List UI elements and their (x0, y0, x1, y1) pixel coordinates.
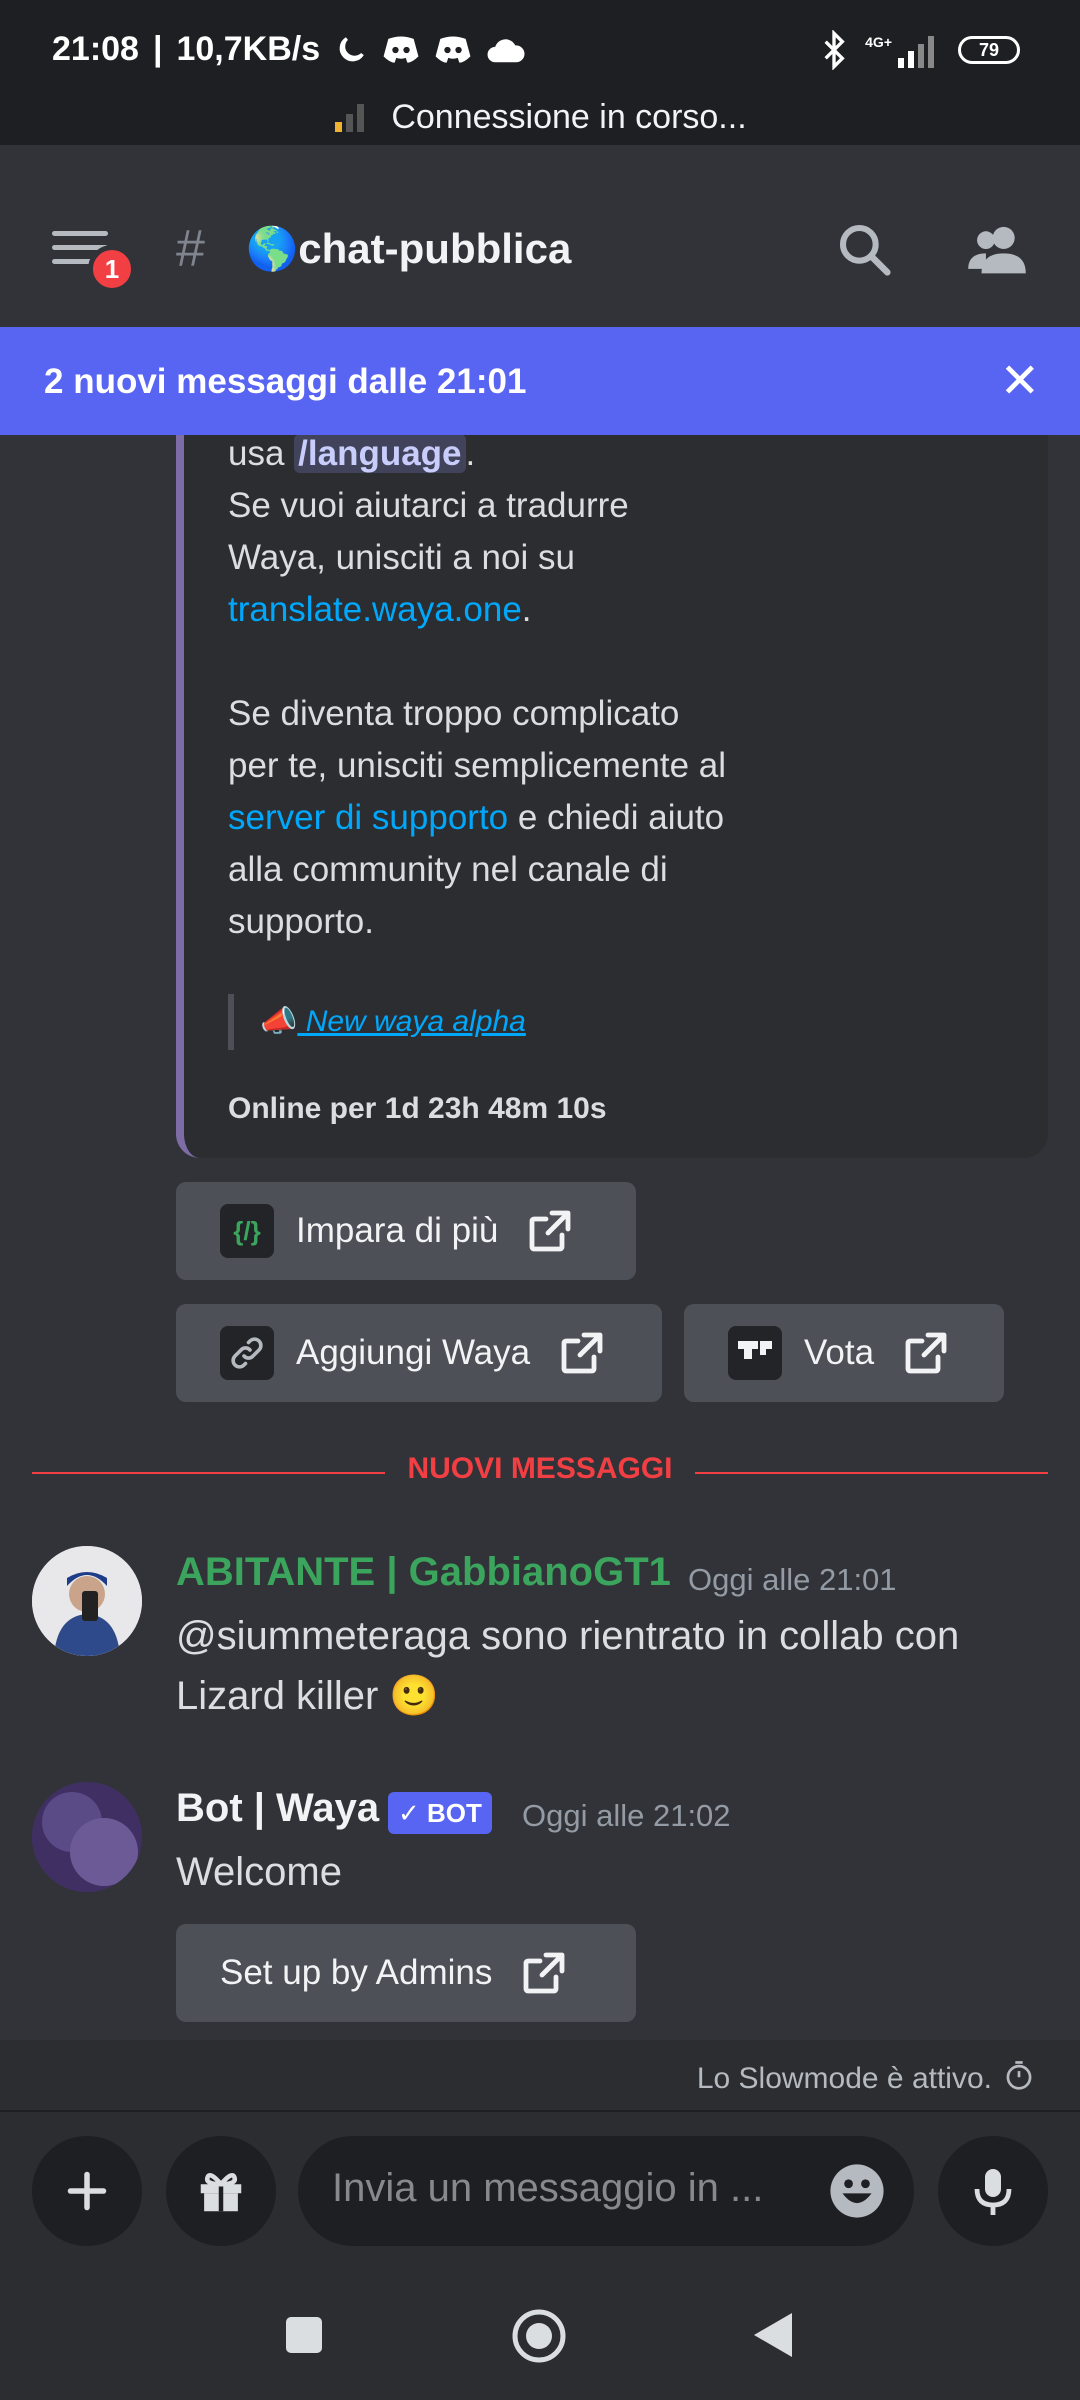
external-link-icon (529, 1210, 571, 1252)
support-server-link[interactable]: server di supporto (228, 798, 508, 837)
message-timestamp: Oggi alle 21:02 (522, 1798, 731, 1833)
system-nav-bar (0, 2275, 1080, 2400)
new-waya-alpha-link[interactable]: New waya alpha (306, 1005, 526, 1038)
message-author[interactable]: ABITANTE | GabbianoGT1 (176, 1550, 671, 1595)
embed-translate-text: Se vuoi aiutarci a tradurre Waya, unisci… (228, 486, 629, 629)
link-icon (220, 1326, 274, 1380)
gift-button[interactable] (166, 2136, 276, 2246)
hash-icon: # (176, 220, 205, 278)
notification-badge: 1 (88, 245, 136, 293)
new-messages-text[interactable]: 2 nuovi messaggi dalle 21:01 (44, 362, 526, 402)
message-input-placeholder: Invia un messaggio in ... (332, 2166, 764, 2210)
status-speed: 10,7KB/s (176, 30, 321, 68)
emoji-icon[interactable] (828, 2162, 886, 2220)
status-left: 21:08 | 10,7KB/s (52, 30, 526, 69)
close-icon[interactable]: ✕ (1000, 353, 1040, 409)
signal-weak-icon (335, 104, 365, 132)
avatar[interactable] (32, 1546, 142, 1656)
discord-icon (435, 36, 471, 63)
setup-by-admins-button[interactable]: Set up by Admins (176, 1924, 636, 2022)
external-link-icon (905, 1332, 947, 1374)
slowmode-bar: Lo Slowmode è attivo. (0, 2040, 1080, 2110)
recents-icon[interactable] (284, 2315, 324, 2355)
discord-icon (383, 36, 419, 63)
network-type: 4G+ (865, 34, 892, 50)
connection-status: Connessione in corso... (0, 98, 1080, 137)
microphone-icon (974, 2169, 1012, 2215)
embed-help-text: Se diventa troppo complicato per te, uni… (228, 694, 726, 941)
user-avatar-image (32, 1546, 142, 1656)
channel-header: 1 # 🌎chat-pubblica (0, 145, 1080, 327)
translate-link[interactable]: translate.waya.one (228, 590, 522, 629)
status-bar: 21:08 | 10,7KB/s 4G+ 79 Connessione in c… (0, 0, 1080, 145)
avatar[interactable] (32, 1782, 142, 1892)
slowmode-text: Lo Slowmode è attivo. (696, 2062, 992, 2095)
bot-badge: ✓ BOT (388, 1792, 492, 1834)
bot-avatar-image (32, 1782, 142, 1892)
message-text: Welcome (176, 1850, 342, 1894)
message-composer: Invia un messaggio in ... (0, 2110, 1080, 2275)
plus-icon (67, 2171, 107, 2211)
message-text: @siummeteraga sono rientrato in collab c… (176, 1614, 960, 1718)
external-link-icon (523, 1952, 565, 1994)
new-messages-bar[interactable]: 2 nuovi messaggi dalle 21:01 ✕ (0, 327, 1080, 435)
embed-quote: 📣 New waya alpha (228, 994, 526, 1050)
code-icon: {/} (220, 1204, 274, 1258)
language-command[interactable]: /language (294, 434, 466, 473)
gift-icon (200, 2173, 242, 2212)
bot-embed: usa /language. Se vuoi aiutarci a tradur… (176, 380, 1048, 1158)
embed-language-line: usa /language. (228, 434, 476, 473)
megaphone-icon: 📣 (260, 1005, 298, 1038)
embed-footer: Online per 1d 23h 48m 10s (228, 1092, 607, 1125)
signal-icon (898, 36, 934, 68)
bluetooth-icon (824, 30, 845, 70)
back-icon[interactable] (752, 2311, 794, 2359)
message-author[interactable]: Bot | Waya (176, 1786, 379, 1831)
status-right: 4G+ 79 (821, 30, 1020, 70)
learn-more-button[interactable]: {/} Impara di più (176, 1182, 636, 1280)
search-icon[interactable] (836, 221, 892, 277)
voice-button[interactable] (938, 2136, 1048, 2246)
cloud-icon (487, 38, 525, 62)
vote-button[interactable]: Vota (684, 1304, 1004, 1402)
new-messages-label: NUOVI MESSAGGI (385, 1452, 695, 1486)
home-icon[interactable] (511, 2308, 567, 2364)
members-icon[interactable] (966, 221, 1028, 277)
attach-button[interactable] (32, 2136, 142, 2246)
message-timestamp: Oggi alle 21:01 (688, 1562, 897, 1597)
status-time: 21:08 (52, 30, 139, 68)
timer-icon (1006, 2061, 1032, 2090)
external-link-icon (561, 1332, 603, 1374)
moon-icon (339, 36, 364, 61)
channel-title[interactable]: 🌎chat-pubblica (246, 225, 571, 274)
connecting-text: Connessione in corso... (391, 98, 747, 136)
message-input[interactable]: Invia un messaggio in ... (298, 2136, 914, 2246)
add-waya-button[interactable]: Aggiungi Waya (176, 1304, 662, 1402)
battery-indicator: 79 (958, 36, 1020, 64)
topgg-icon (728, 1326, 782, 1380)
